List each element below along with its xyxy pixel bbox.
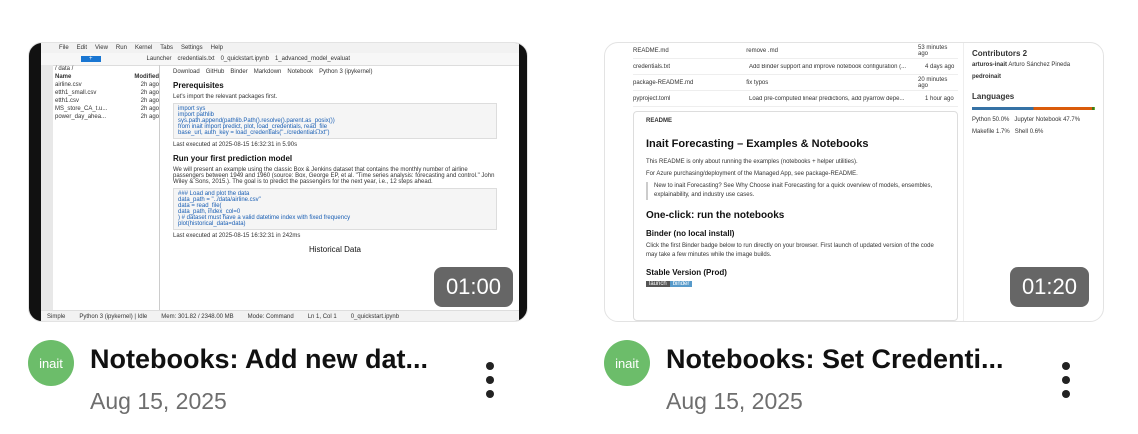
- menu-item: View: [95, 45, 108, 51]
- text: We will present an example using the cla…: [173, 167, 495, 185]
- file-name: MS_store_CA_t.u...: [55, 106, 108, 112]
- file-list: README.md remove .md 53 minutes ago creden…: [633, 43, 958, 107]
- tab: 1_advanced_model_evaluat: [274, 56, 351, 62]
- menu-item: Tabs: [160, 45, 173, 51]
- video-title[interactable]: Notebooks: Set Credenti...: [666, 344, 1016, 375]
- toolbar-item: Markdown: [253, 69, 282, 75]
- activity-bar: [41, 65, 53, 311]
- channel-avatar[interactable]: inait: [28, 340, 74, 386]
- file-name: etth1_small.csv: [55, 90, 97, 96]
- file-modified: 2h ago: [140, 106, 159, 112]
- notebook-toolbar: Download GitHub Binder Markdown Notebook…: [173, 69, 497, 75]
- file-name: airline.csv: [55, 82, 82, 88]
- menu-item: Edit: [76, 45, 88, 51]
- status-bar: Simple Python 3 (ipykernel) | Idle Mem: …: [41, 310, 519, 321]
- file-modified: 2h ago: [140, 90, 159, 96]
- menu-item: Help: [210, 45, 223, 51]
- path: / data /: [55, 66, 74, 72]
- tab: 0_quickstart.ipynb: [220, 56, 269, 62]
- exec-info: Last executed at 2025-08-15 16:32:31 in …: [173, 233, 301, 239]
- code-cell: import sys import pathlib sys.path.append…: [173, 103, 497, 139]
- menu-item: File: [59, 45, 69, 51]
- video-date: Aug 15, 2025: [666, 388, 803, 414]
- file-modified: 2h ago: [140, 98, 159, 104]
- more-options-icon[interactable]: [1062, 362, 1072, 404]
- language-bar: [972, 107, 1095, 110]
- text: Let's import the relevant packages first…: [173, 94, 278, 100]
- code-cell: ### Load and plot the data data_path = ".…: [173, 188, 497, 230]
- menu-item: Settings: [180, 45, 203, 51]
- toolbar-item: Download: [173, 69, 200, 75]
- duration-badge: 01:20: [1009, 267, 1089, 307]
- file-modified: 2h ago: [140, 82, 159, 88]
- menu-item: Kernel: [134, 45, 153, 51]
- more-options-icon[interactable]: [486, 362, 496, 404]
- video-title[interactable]: Notebooks: Add new dat...: [90, 344, 440, 375]
- video-thumbnail[interactable]: README.md remove .md 53 minutes ago creden…: [604, 42, 1104, 322]
- file-modified: 2h ago: [140, 114, 159, 120]
- tab: credentials.txt: [177, 56, 215, 62]
- heading: Prerequisites: [173, 81, 224, 90]
- video-thumbnail[interactable]: File Edit View Run Kernel Tabs Settings …: [28, 42, 528, 322]
- channel-avatar[interactable]: inait: [604, 340, 650, 386]
- col-name: Name: [55, 74, 72, 80]
- exec-info: Last executed at 2025-08-15 16:32:31 in …: [173, 142, 298, 148]
- new-launcher-button: +: [81, 56, 101, 62]
- heading: Historical Data: [308, 245, 361, 254]
- duration-badge: 01:00: [433, 267, 513, 307]
- file-name: etth1.csv: [55, 98, 80, 104]
- col-modified: Modified: [134, 74, 159, 80]
- toolbar-item: GitHub: [205, 69, 225, 75]
- toolbar-item: Python 3 (ipykernel): [319, 69, 373, 75]
- toolbar-item: Notebook: [287, 69, 314, 75]
- file-name: power_day_ahea...: [55, 114, 107, 120]
- readme-panel: README Inait Forecasting – Examples & No…: [633, 111, 958, 321]
- menu-item: Run: [115, 45, 127, 51]
- menu-bar: File Edit View Run Kernel Tabs Settings …: [41, 43, 519, 53]
- file-browser: / data / Name Modified airline.csv 2h ago…: [55, 65, 160, 311]
- toolbar-item: Binder: [230, 69, 248, 75]
- tab: Launcher: [146, 56, 172, 62]
- video-date: Aug 15, 2025: [90, 388, 227, 414]
- heading: Run your first prediction model: [173, 154, 293, 163]
